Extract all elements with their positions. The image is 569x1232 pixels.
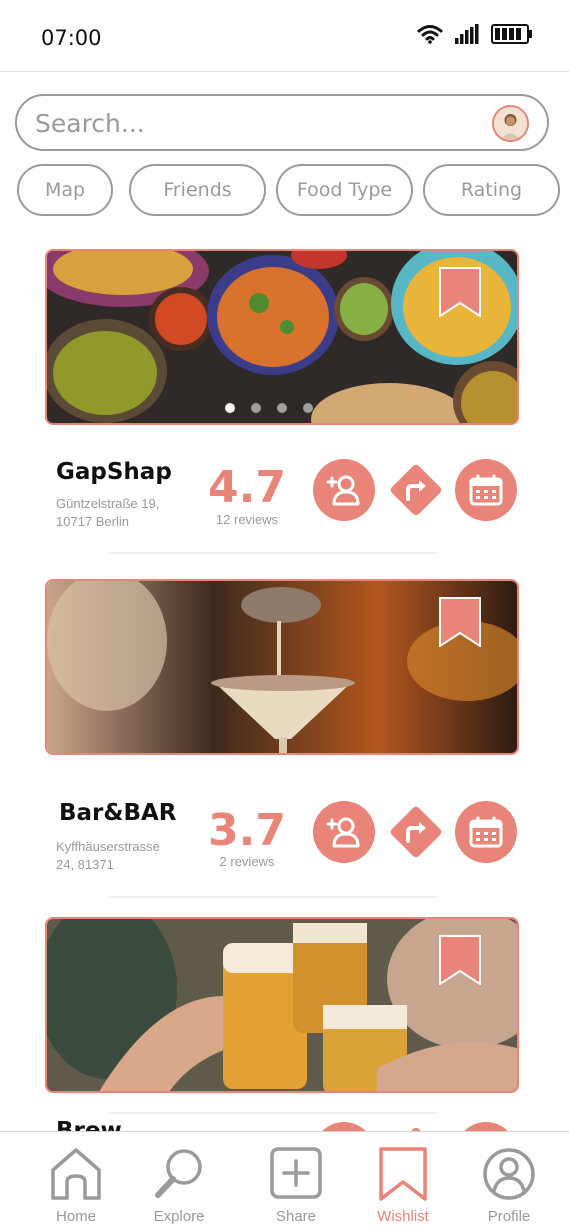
review-count[interactable]: 12 reviews [192, 512, 302, 527]
divider [108, 552, 438, 554]
nav-label: Home [55, 1208, 96, 1225]
bookmark-icon[interactable] [439, 935, 481, 985]
directions-button[interactable] [385, 801, 447, 863]
home-icon [51, 1148, 101, 1200]
nav-profile[interactable]: Profile [464, 1146, 554, 1230]
directions-button[interactable] [385, 459, 447, 521]
place-name[interactable]: Bar&BAR [59, 800, 177, 826]
rating-value: 3.7 [208, 805, 286, 856]
filter-food-type[interactable]: Food Type [276, 164, 413, 216]
reserve-button[interactable] [455, 459, 517, 521]
directions-icon [390, 806, 442, 858]
carousel-dot[interactable] [303, 403, 313, 413]
user-circle-icon [483, 1148, 535, 1200]
add-friend-icon [326, 475, 360, 506]
bookmark-icon [379, 1147, 427, 1201]
filter-map[interactable]: Map [17, 164, 113, 216]
nav-label: Wishlist [377, 1208, 429, 1225]
search-input[interactable] [35, 104, 475, 142]
filter-rating[interactable]: Rating [423, 164, 560, 216]
rating-value: 4.7 [208, 462, 286, 513]
bookmark-icon[interactable] [439, 267, 481, 317]
divider [108, 896, 438, 898]
invite-friend-button[interactable] [313, 801, 375, 863]
divider [108, 1112, 438, 1114]
nav-explore[interactable]: Explore [134, 1146, 224, 1230]
calendar-icon [469, 474, 503, 506]
carousel-dot[interactable] [251, 403, 261, 413]
address-line: 10717 Berlin [56, 514, 129, 529]
add-friend-icon [326, 817, 360, 848]
place-address: Kyffhäuserstrasse 24, 81371 [56, 838, 206, 874]
nav-share[interactable]: Share [251, 1146, 341, 1230]
magnifier-icon [155, 1149, 202, 1198]
status-bar: 07:00 [0, 0, 569, 72]
address-line: Güntzelstraße 19, [56, 496, 160, 511]
status-icons [417, 24, 533, 44]
place-image-brew[interactable] [45, 917, 519, 1093]
nav-label: Share [275, 1208, 317, 1225]
filter-friends[interactable]: Friends [129, 164, 266, 216]
carousel-dots [225, 403, 313, 413]
reserve-button[interactable] [455, 801, 517, 863]
carousel-dot[interactable] [277, 403, 287, 413]
status-time: 07:00 [41, 26, 102, 50]
invite-friend-button[interactable] [313, 459, 375, 521]
plus-square-icon [270, 1147, 322, 1199]
nav-wishlist[interactable]: Wishlist [358, 1146, 448, 1230]
nav-label: Profile [487, 1208, 531, 1225]
place-image-gapshap[interactable] [45, 249, 519, 425]
avatar[interactable] [492, 105, 529, 142]
nav-label: Explore [153, 1208, 205, 1225]
bookmark-icon[interactable] [439, 597, 481, 647]
carousel-dot[interactable] [225, 403, 235, 413]
directions-icon [390, 464, 442, 516]
nav-home[interactable]: Home [31, 1146, 121, 1230]
signal-icon [455, 24, 479, 44]
place-name[interactable]: GapShap [56, 459, 172, 485]
address-line: Kyffhäuserstrasse [56, 839, 160, 854]
search-bar [15, 94, 549, 151]
place-address: Güntzelstraße 19, 10717 Berlin [56, 495, 206, 531]
calendar-icon [469, 816, 503, 848]
wifi-icon [417, 25, 443, 44]
battery-icon [491, 24, 532, 44]
place-image-barbar[interactable] [45, 579, 519, 755]
address-line: 24, 81371 [56, 857, 114, 872]
review-count[interactable]: 2 reviews [192, 854, 302, 869]
bottom-nav: Home Explore Share Wishlist Profile [0, 1131, 569, 1232]
